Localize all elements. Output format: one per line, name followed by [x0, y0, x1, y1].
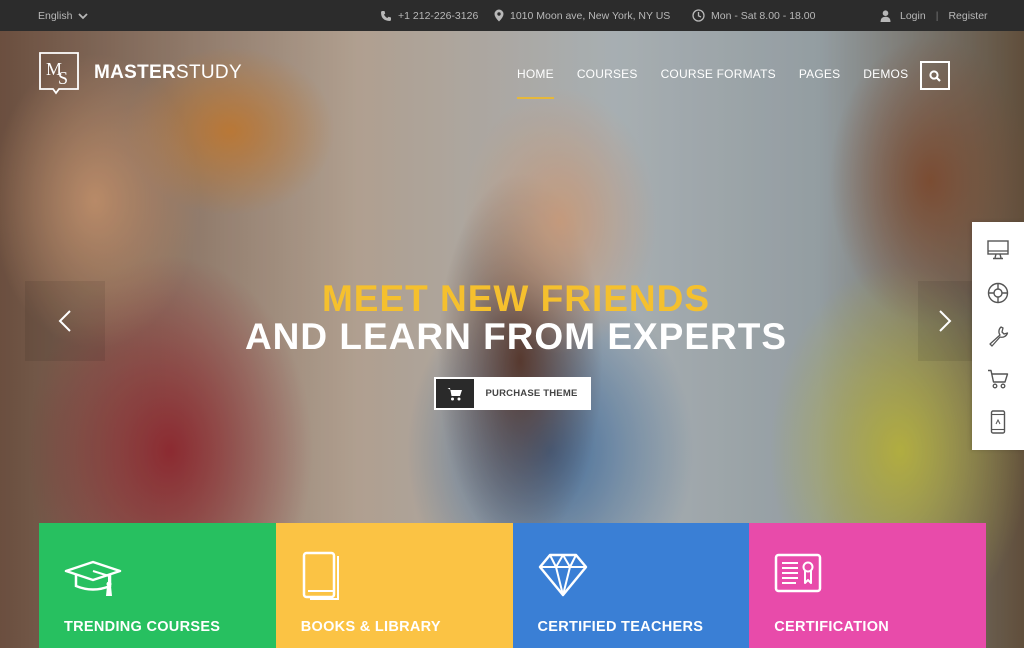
- side-cart-button[interactable]: [983, 364, 1013, 394]
- side-toolbar: [972, 222, 1024, 450]
- side-support-button[interactable]: [983, 278, 1013, 308]
- nav-course-formats[interactable]: COURSE FORMATS: [661, 61, 776, 101]
- hero-headline-line2: AND LEARN FROM EXPERTS: [244, 316, 788, 357]
- cart-icon: [447, 387, 462, 400]
- feature-title: BOOKS & LIBRARY: [300, 619, 441, 635]
- map-pin-icon: [494, 9, 504, 22]
- purchase-theme-label: PURCHASE THEME: [485, 388, 578, 399]
- side-monitor-button[interactable]: [983, 235, 1013, 265]
- hours-text: Mon - Sat 8.00 - 18.00: [711, 9, 816, 22]
- login-link[interactable]: Login: [900, 10, 926, 22]
- language-label: English: [38, 9, 73, 22]
- auth-separator: |: [935, 9, 939, 22]
- nav-courses[interactable]: COURSES: [577, 61, 638, 101]
- monitor-icon: [987, 239, 1009, 259]
- purchase-theme-button[interactable]: PURCHASE THEME: [434, 377, 591, 410]
- phone-number: +1 212-226-3126: [398, 9, 479, 22]
- auth-links: Login | Register: [880, 0, 988, 31]
- language-selector[interactable]: English: [38, 0, 89, 31]
- feature-title: CERTIFICATION: [774, 619, 890, 635]
- nav-home[interactable]: HOME: [517, 61, 554, 101]
- purchase-cart-box: [436, 379, 474, 408]
- search-icon: [929, 69, 941, 82]
- svg-text:S: S: [58, 68, 68, 88]
- graduation-cap-icon: [64, 560, 122, 596]
- side-tools-button[interactable]: [983, 321, 1013, 351]
- feature-title: CERTIFIED TEACHERS: [537, 619, 704, 635]
- register-link[interactable]: Register: [948, 10, 987, 22]
- brand-name-bold: MASTER: [94, 62, 177, 83]
- brand-name-light: STUDY: [176, 62, 242, 83]
- feature-certified-teachers[interactable]: CERTIFIED TEACHERS: [512, 523, 750, 648]
- address-text: 1010 Moon ave, New York, NY US: [510, 9, 671, 22]
- feature-books-library[interactable]: BOOKS & LIBRARY: [275, 523, 513, 648]
- logo-shield-icon: M S: [39, 52, 79, 95]
- phone-info: +1 212-226-3126: [380, 0, 478, 31]
- user-icon: [880, 9, 891, 22]
- feature-title: TRENDING COURSES: [64, 619, 221, 635]
- site-logo[interactable]: M S MASTERSTUDY: [38, 51, 242, 95]
- feature-trending-courses[interactable]: TRENDING COURSES: [39, 523, 276, 648]
- feature-certification[interactable]: CERTIFICATION: [749, 523, 986, 648]
- brand-name: MASTERSTUDY: [94, 62, 242, 84]
- hours-info: Mon - Sat 8.00 - 18.00: [692, 0, 815, 31]
- address-info: 1010 Moon ave, New York, NY US: [494, 0, 670, 31]
- diamond-icon: [538, 553, 587, 597]
- book-icon: [302, 551, 339, 600]
- nav-demos[interactable]: DEMOS: [863, 61, 908, 101]
- chevron-down-icon: [78, 12, 89, 19]
- top-bar: English +1 212-226-3126 1010 Moon ave, N…: [0, 0, 1024, 31]
- side-mobile-button[interactable]: [983, 407, 1013, 437]
- cart-icon: [988, 369, 1009, 389]
- feature-boxes: TRENDING COURSES BOOKS & LIBRARY CERTIFI…: [39, 523, 986, 648]
- nav-pages[interactable]: PAGES: [799, 61, 840, 101]
- search-button[interactable]: [920, 61, 950, 90]
- wrench-icon: [989, 326, 1009, 347]
- lifebuoy-icon: [987, 282, 1009, 303]
- clock-icon: [692, 9, 705, 22]
- mobile-icon: [990, 410, 1006, 435]
- phone-icon: [381, 10, 391, 21]
- main-nav: HOME COURSES COURSE FORMATS PAGES DEMOS: [517, 61, 908, 101]
- hero-headline-line1: MEET NEW FRIENDS: [321, 278, 711, 319]
- certificate-icon: [775, 553, 822, 593]
